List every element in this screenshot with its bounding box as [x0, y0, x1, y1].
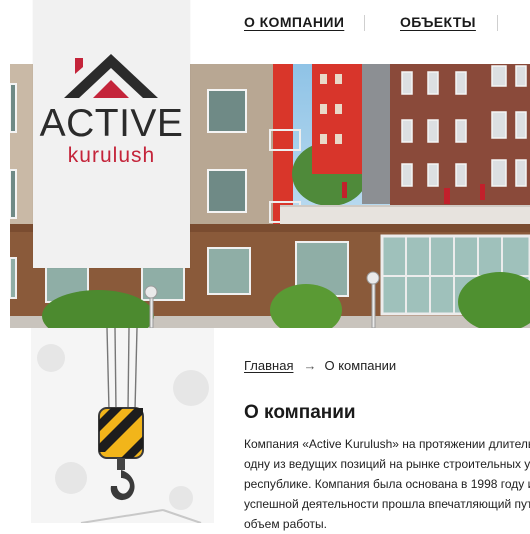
crane-hook-icon	[31, 328, 214, 523]
breadcrumb: Главная → О компании	[244, 358, 396, 373]
breadcrumb-current: О компании	[324, 358, 397, 373]
paragraph-line: объем работы.	[244, 517, 327, 531]
paragraph-line: Компания «Active Kurulush» на протяжении…	[244, 437, 530, 451]
paragraph-line: успешной деятельности прошла впечатляющи…	[244, 497, 530, 511]
crane-illustration	[31, 328, 214, 523]
logo-subtitle: kurulush	[67, 144, 156, 167]
nav-link-objects[interactable]: ОБЪЕКТЫ	[400, 14, 476, 30]
breadcrumb-home-link[interactable]: Главная	[244, 358, 293, 373]
paragraph-line: республике. Компания была основана в 199…	[244, 477, 530, 491]
paragraph-line: одну из ведущих позиций на рынке строите…	[244, 457, 530, 471]
nav-divider	[497, 15, 498, 31]
page-title: О компании	[244, 402, 356, 423]
nav-link-about[interactable]: О КОМПАНИИ	[244, 14, 344, 30]
breadcrumb-arrow-icon: →	[303, 358, 317, 373]
roof-logo-icon	[64, 54, 158, 98]
about-paragraph: Компания «Active Kurulush» на протяжении…	[244, 434, 530, 534]
logo-wordmark: ACTIVE	[39, 102, 184, 145]
logo[interactable]: ACTIVE kurulush	[33, 0, 190, 268]
nav-divider	[364, 15, 365, 31]
